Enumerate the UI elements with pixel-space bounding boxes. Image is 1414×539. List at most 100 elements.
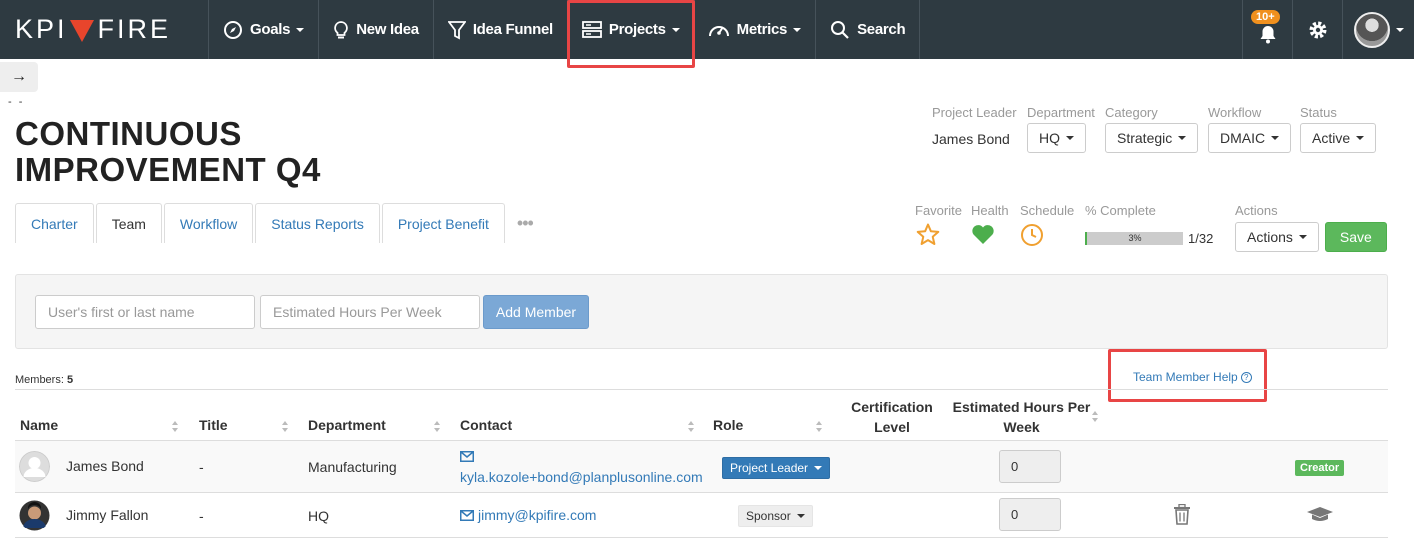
chevron-down-icon <box>814 466 823 470</box>
chevron-down-icon <box>671 27 680 32</box>
header-contact[interactable]: Contact <box>460 417 512 433</box>
members-count: Members: 5 <box>15 374 73 386</box>
nav-search[interactable]: Search <box>816 0 921 59</box>
department-field: Department HQ <box>1027 105 1095 153</box>
header-estimated-hours[interactable]: Estimated Hours Per Week <box>950 397 1093 437</box>
funnel-icon <box>447 20 466 39</box>
category-field: Category Strategic <box>1105 105 1199 153</box>
workflow-value: DMAIC <box>1220 130 1266 146</box>
header-cert-line2: Level <box>874 419 910 435</box>
help-link-label: Team Member Help <box>1133 370 1238 384</box>
progress-bar: 3% <box>1085 232 1183 245</box>
sort-icon[interactable] <box>688 421 695 432</box>
role-dropdown[interactable]: Project Leader <box>722 457 831 479</box>
tab-workflow[interactable]: Workflow <box>163 203 254 243</box>
user-menu[interactable] <box>1342 0 1414 59</box>
sort-icon[interactable] <box>172 421 179 432</box>
chevron-down-icon <box>296 27 305 32</box>
header-name[interactable]: Name <box>20 417 58 433</box>
tab-status-reports[interactable]: Status Reports <box>255 203 380 243</box>
nav-metrics[interactable]: Metrics <box>694 0 817 59</box>
nav-idea-funnel[interactable]: Idea Funnel <box>434 0 568 59</box>
logo-flame-icon <box>69 19 94 42</box>
settings-button[interactable] <box>1292 0 1342 59</box>
gear-icon <box>1309 21 1326 38</box>
department-value: HQ <box>1039 130 1060 146</box>
default-avatar-icon <box>19 451 50 482</box>
role-value: Project Leader <box>730 461 809 475</box>
nav-new-idea[interactable]: New Idea <box>319 0 434 59</box>
member-name-input[interactable]: User's first or last name <box>35 295 255 329</box>
envelope-icon <box>460 451 474 462</box>
logo-text-right: FIRE <box>97 14 172 44</box>
project-leader-value: James Bond <box>932 131 1010 147</box>
lightbulb-icon <box>334 20 348 38</box>
graduation-cap-icon[interactable] <box>1306 506 1334 524</box>
hours-input[interactable]: 0 <box>999 498 1061 531</box>
divider <box>15 389 1388 390</box>
workflow-dropdown[interactable]: DMAIC <box>1208 123 1292 153</box>
add-member-button[interactable]: Add Member <box>483 295 589 329</box>
sort-icon[interactable] <box>816 421 823 432</box>
members-count-value: 5 <box>66 374 74 386</box>
member-name: James Bond <box>66 458 144 474</box>
schedule-label: Schedule <box>1020 203 1075 218</box>
tab-team[interactable]: Team <box>95 203 162 243</box>
actions-button-label: Actions <box>1247 229 1293 245</box>
role-dropdown[interactable]: Sponsor <box>738 505 813 527</box>
header-title[interactable]: Title <box>199 417 228 433</box>
kpifire-logo[interactable]: KPI FIRE <box>0 0 209 59</box>
more-tabs-ellipsis-icon[interactable]: ••• <box>517 203 534 243</box>
sort-icon[interactable] <box>1092 411 1099 422</box>
actions-field: Actions Actions Save <box>1235 203 1387 252</box>
notifications-button[interactable]: 10+ <box>1242 0 1292 59</box>
estimated-hours-input[interactable]: Estimated Hours Per Week <box>260 295 480 329</box>
member-name: Jimmy Fallon <box>66 507 149 523</box>
creator-badge: Creator <box>1295 460 1345 476</box>
compass-icon <box>224 20 242 39</box>
top-navbar: KPI FIRE Goals New Idea Idea Funnel Proj… <box>0 0 1414 68</box>
header-department[interactable]: Department <box>308 417 386 433</box>
project-tabs: Charter Team Workflow Status Reports Pro… <box>15 203 534 243</box>
star-outline-icon[interactable] <box>916 223 940 246</box>
workflow-label: Workflow <box>1208 105 1262 120</box>
trash-icon[interactable] <box>1173 504 1191 525</box>
sort-icon[interactable] <box>282 421 289 432</box>
chevron-down-icon <box>1066 136 1074 140</box>
sort-icon[interactable] <box>434 421 441 432</box>
chevron-down-icon <box>1178 136 1187 140</box>
question-circle-icon: ? <box>1240 371 1252 383</box>
category-dropdown[interactable]: Strategic <box>1105 123 1199 153</box>
tab-project-benefit[interactable]: Project Benefit <box>381 203 505 243</box>
chevron-down-icon <box>1298 235 1307 239</box>
nav-search-label: Search <box>857 21 906 38</box>
header-certification-level[interactable]: Certification Level <box>842 397 942 437</box>
header-role[interactable]: Role <box>713 417 743 433</box>
gauge-icon <box>708 25 729 36</box>
department-dropdown[interactable]: HQ <box>1027 123 1086 153</box>
member-email-link[interactable]: jimmy@kpifire.com <box>478 507 596 523</box>
nav-goals-label: Goals <box>250 21 291 38</box>
nav-right-group: 10+ <box>1242 0 1414 59</box>
nav-goals[interactable]: Goals <box>209 0 320 59</box>
header-hours-line2: Week <box>1003 419 1040 435</box>
page-title: CONTINUOUS IMPROVEMENT Q4 <box>15 115 321 188</box>
status-dropdown[interactable]: Active <box>1300 123 1377 153</box>
actions-label: Actions <box>1235 203 1278 218</box>
chevron-down-icon <box>1395 27 1404 32</box>
tab-charter[interactable]: Charter <box>15 203 94 243</box>
dashes-text: - - <box>8 96 25 108</box>
user-photo-avatar <box>19 500 50 531</box>
health-field: Health <box>971 203 1009 248</box>
member-department: HQ <box>308 508 329 524</box>
member-email-link[interactable]: kyla.kozole+bond@planplusonline.com <box>460 469 703 485</box>
team-member-help-link[interactable]: Team Member Help? <box>1133 370 1252 384</box>
actions-dropdown[interactable]: Actions <box>1235 222 1319 252</box>
nav-projects-label: Projects <box>608 21 666 38</box>
nav-projects[interactable]: Projects <box>566 0 695 68</box>
workflow-field: Workflow DMAIC <box>1208 105 1292 153</box>
header-hours-line1: Estimated Hours Per <box>952 399 1091 415</box>
hours-input[interactable]: 0 <box>999 450 1061 483</box>
save-button[interactable]: Save <box>1324 222 1387 252</box>
expand-sidebar-arrow-icon[interactable]: → <box>0 62 38 92</box>
